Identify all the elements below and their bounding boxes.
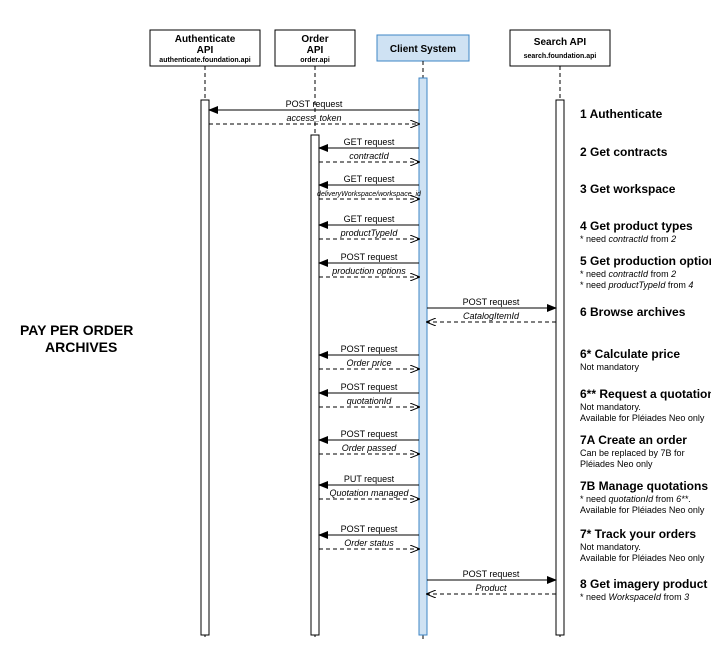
msg-7a-res: Order passed: [342, 443, 398, 453]
step-6-star: 6* Calculate price Not mandatory: [580, 347, 680, 372]
actor-client: Client System: [377, 35, 469, 61]
activation-search: [556, 100, 564, 635]
step-6-starstar: 6** Request a quotation Not mandatory. A…: [580, 387, 711, 423]
svg-text:Search API: Search API: [534, 37, 587, 48]
svg-text:6 Browse archives: 6 Browse archives: [580, 305, 686, 319]
svg-text:4 Get product types: 4 Get product types: [580, 219, 693, 233]
actor-authenticate: Authenticate API authenticate.foundation…: [150, 30, 260, 66]
svg-text:Pléiades Neo only: Pléiades Neo only: [580, 459, 653, 469]
msg-1-req: POST request: [286, 99, 343, 109]
msg-7b-res: Quotation managed: [329, 488, 409, 498]
actor-order: Order API order.api: [275, 30, 355, 66]
svg-text:order.api: order.api: [300, 57, 330, 64]
msg-8-res: Product: [475, 583, 507, 593]
svg-text:Available for Pléiades Neo onl: Available for Pléiades Neo only: [580, 505, 705, 515]
msg-6q-req: POST request: [341, 382, 398, 392]
step-1: 1 Authenticate: [580, 107, 663, 121]
svg-text:Available for Pléiades Neo onl: Available for Pléiades Neo only: [580, 413, 705, 423]
activation-client: [419, 78, 427, 635]
svg-text:6* Calculate price: 6* Calculate price: [580, 347, 680, 361]
svg-text:Not mandatory.: Not mandatory.: [580, 402, 641, 412]
svg-text:5 Get production options: 5 Get production options: [580, 254, 711, 268]
msg-1-res: access_token: [286, 113, 341, 123]
step-7b: 7B Manage quotations * need quotationId …: [580, 479, 708, 515]
step-7a: 7A Create an order Can be replaced by 7B…: [580, 433, 687, 469]
step-6: 6 Browse archives: [580, 305, 686, 319]
svg-text:API: API: [307, 45, 324, 56]
svg-text:authenticate.foundation.api: authenticate.foundation.api: [159, 57, 250, 64]
step-7-star: 7* Track your orders Not mandatory. Avai…: [580, 527, 705, 563]
svg-text:7A Create an order: 7A Create an order: [580, 433, 687, 447]
svg-text:* need WorkspaceId from 3: * need WorkspaceId from 3: [580, 592, 689, 602]
diagram-title-1: PAY PER ORDER: [20, 322, 133, 338]
sequence-diagram: Authenticate API authenticate.foundation…: [0, 0, 711, 666]
msg-3-req: GET request: [344, 174, 395, 184]
step-2: 2 Get contracts: [580, 145, 668, 159]
activation-order: [311, 135, 319, 635]
svg-text:Available for Pléiades Neo onl: Available for Pléiades Neo only: [580, 553, 705, 563]
actor-search: Search API search.foundation.api: [510, 30, 610, 66]
svg-text:* need contractId from 2: * need contractId from 2: [580, 234, 676, 244]
msg-4-res: productTypeId: [340, 228, 399, 238]
svg-text:API: API: [197, 45, 214, 56]
svg-text:* need quotationId from 6**.: * need quotationId from 6**.: [580, 494, 691, 504]
svg-text:8 Get imagery product: 8 Get imagery product: [580, 577, 707, 591]
diagram-title-2: ARCHIVES: [45, 339, 117, 355]
msg-4-req: GET request: [344, 214, 395, 224]
svg-text:Order: Order: [301, 34, 328, 45]
svg-text:Not mandatory: Not mandatory: [580, 362, 640, 372]
msg-8-req: POST request: [463, 569, 520, 579]
step-3: 3 Get workspace: [580, 182, 676, 196]
svg-text:* need productTypeId from 4: * need productTypeId from 4: [580, 280, 693, 290]
svg-text:2 Get contracts: 2 Get contracts: [580, 145, 668, 159]
msg-7b-req: PUT request: [344, 474, 395, 484]
svg-text:Can be replaced by 7B for: Can be replaced by 7B for: [580, 448, 685, 458]
svg-text:1 Authenticate: 1 Authenticate: [580, 107, 663, 121]
svg-text:7B Manage quotations: 7B Manage quotations: [580, 479, 708, 493]
msg-2-res: contractId: [349, 151, 390, 161]
svg-text:3 Get workspace: 3 Get workspace: [580, 182, 676, 196]
step-5: 5 Get production options * need contract…: [580, 254, 711, 290]
msg-7a-req: POST request: [341, 429, 398, 439]
svg-text:6** Request a quotation: 6** Request a quotation: [580, 387, 711, 401]
svg-text:Client System: Client System: [390, 44, 456, 55]
msg-7s-res: Order status: [344, 538, 394, 548]
svg-text:Authenticate: Authenticate: [175, 34, 236, 45]
svg-text:7* Track your orders: 7* Track your orders: [580, 527, 696, 541]
msg-6-req: POST request: [463, 297, 520, 307]
msg-5-req: POST request: [341, 252, 398, 262]
step-4: 4 Get product types * need contractId fr…: [580, 219, 693, 244]
svg-text:search.foundation.api: search.foundation.api: [524, 53, 597, 60]
activation-auth: [201, 100, 209, 635]
msg-2-req: GET request: [344, 137, 395, 147]
msg-6s-req: POST request: [341, 344, 398, 354]
msg-7s-req: POST request: [341, 524, 398, 534]
msg-5-res: production options: [331, 266, 406, 276]
step-8: 8 Get imagery product * need WorkspaceId…: [580, 577, 707, 602]
msg-6s-res: Order price: [346, 358, 391, 368]
svg-text:* need contractId from 2: * need contractId from 2: [580, 269, 676, 279]
msg-6-res: CatalogItemId: [463, 311, 520, 321]
msg-3-res: deliveryWorkspace/workspace_id: [317, 191, 422, 198]
msg-6q-res: quotationId: [347, 396, 393, 406]
svg-text:Not mandatory.: Not mandatory.: [580, 542, 641, 552]
